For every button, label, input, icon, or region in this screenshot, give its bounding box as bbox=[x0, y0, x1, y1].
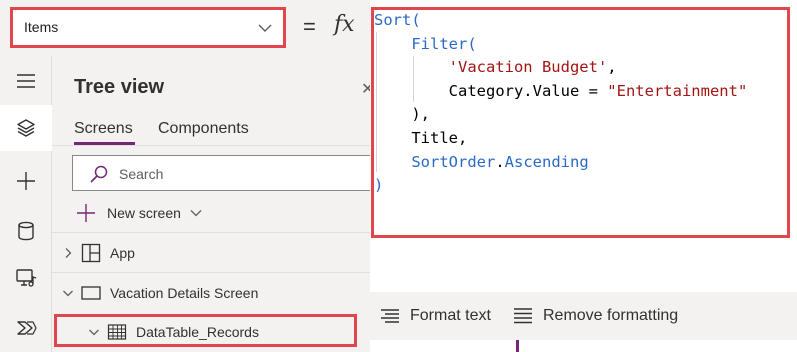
formula-token: , bbox=[607, 58, 617, 77]
data-table-icon bbox=[107, 324, 127, 340]
search-input[interactable]: Search bbox=[72, 155, 372, 191]
property-dropdown[interactable]: Items bbox=[12, 8, 284, 46]
power-automate-icon bbox=[17, 321, 37, 335]
formula-token bbox=[374, 58, 449, 76]
formula-token: Category.Value = bbox=[374, 81, 608, 100]
power-automate-button[interactable] bbox=[0, 305, 52, 351]
formula-line: Category.Value = "Entertainment" bbox=[374, 80, 748, 104]
left-rail bbox=[0, 56, 52, 352]
formula-token: Title, bbox=[374, 128, 468, 147]
tree-view-panel: Tree view ✕ Screens Components Search Ne… bbox=[52, 56, 374, 352]
data-button[interactable] bbox=[0, 208, 52, 254]
tree-node-datatable[interactable]: DataTable_Records bbox=[52, 313, 370, 351]
new-screen-label: New screen bbox=[107, 205, 181, 221]
plus-icon bbox=[77, 204, 95, 222]
format-toolbar: Format text Remove formatting bbox=[370, 292, 797, 340]
tab-components[interactable]: Components bbox=[158, 120, 249, 138]
formula-line: ) bbox=[374, 174, 747, 198]
database-icon bbox=[18, 221, 34, 241]
formula-token bbox=[374, 153, 411, 171]
formula-line: Title, bbox=[374, 127, 747, 151]
formula-line: ), bbox=[374, 103, 747, 127]
tree-node-label: DataTable_Records bbox=[136, 324, 259, 340]
chevron-down-icon[interactable] bbox=[88, 326, 100, 338]
formula-token: 'Vacation Budget' bbox=[448, 58, 608, 77]
formula-token: Filter( bbox=[411, 34, 477, 53]
formula-token: . bbox=[495, 152, 505, 171]
formula-line: Sort( bbox=[374, 9, 747, 33]
insert-button[interactable] bbox=[0, 158, 52, 204]
chevron-down-icon bbox=[258, 24, 272, 32]
fx-icon[interactable]: fx bbox=[334, 12, 355, 37]
chevron-down-icon bbox=[190, 210, 202, 217]
media-button[interactable] bbox=[0, 255, 52, 301]
formula-editor[interactable]: Sort( Filter( 'Vacation Budget', Categor… bbox=[370, 0, 797, 292]
divider bbox=[52, 272, 370, 273]
tree-node-label: Vacation Details Screen bbox=[110, 285, 259, 301]
divider bbox=[52, 145, 370, 146]
formula-token: Sort( bbox=[374, 11, 421, 29]
tree-view-button[interactable] bbox=[0, 105, 52, 151]
format-text-icon bbox=[381, 309, 399, 323]
chevron-right-icon[interactable] bbox=[62, 247, 74, 259]
new-screen-button[interactable]: New screen bbox=[76, 202, 203, 224]
equals-sign: = bbox=[303, 14, 316, 39]
layers-icon bbox=[17, 119, 35, 137]
canvas-accent-bar bbox=[516, 340, 519, 352]
remove-formatting-label: Remove formatting bbox=[543, 307, 679, 324]
formula-token: ) bbox=[374, 176, 384, 195]
formula-token: Ascending bbox=[504, 152, 589, 171]
formula-token: "Entertainment" bbox=[607, 81, 748, 100]
remove-formatting-button[interactable]: Remove formatting bbox=[513, 304, 678, 328]
formula-token bbox=[374, 105, 411, 123]
canvas-area bbox=[370, 340, 797, 352]
chevron-down-icon[interactable] bbox=[62, 287, 74, 299]
format-text-button[interactable]: Format text bbox=[380, 304, 491, 328]
formula-line: 'Vacation Budget', bbox=[374, 56, 747, 80]
tree-node-app[interactable]: App bbox=[52, 234, 370, 272]
formula-code: Sort( Filter( 'Vacation Budget', Categor… bbox=[374, 9, 747, 198]
formula-line: Filter( bbox=[374, 33, 747, 57]
plus-icon bbox=[17, 172, 35, 190]
hamburger-menu-icon bbox=[17, 74, 35, 88]
tree-node-screen[interactable]: Vacation Details Screen bbox=[52, 274, 370, 312]
app-icon bbox=[81, 243, 101, 263]
tree-node-label: App bbox=[110, 245, 135, 261]
search-placeholder: Search bbox=[119, 166, 164, 182]
divider bbox=[52, 232, 370, 233]
formula-token bbox=[374, 35, 411, 53]
formula-line: SortOrder.Ascending bbox=[374, 151, 747, 175]
formula-token: ), bbox=[411, 105, 430, 124]
tab-screens[interactable]: Screens bbox=[74, 120, 133, 138]
media-icon bbox=[16, 269, 37, 287]
search-icon bbox=[90, 165, 108, 183]
formula-token: SortOrder bbox=[411, 152, 496, 171]
menu-button[interactable] bbox=[0, 58, 52, 104]
remove-formatting-icon bbox=[514, 308, 532, 324]
format-text-label: Format text bbox=[410, 307, 491, 324]
property-dropdown-value: Items bbox=[24, 19, 59, 35]
tree-view-title: Tree view bbox=[74, 76, 165, 98]
screen-icon bbox=[81, 286, 101, 300]
